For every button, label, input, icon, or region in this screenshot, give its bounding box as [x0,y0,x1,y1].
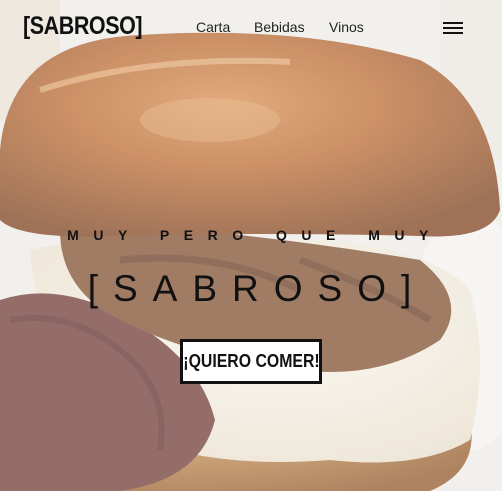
top-navigation: [SABROSO] Carta Bebidas Vinos [0,0,502,58]
quiero-comer-button[interactable]: ¡QUIERO COMER! [180,339,322,384]
nav-link-vinos[interactable]: Vinos [329,19,364,35]
hero-overlay [0,0,502,491]
hamburger-menu-icon[interactable] [443,21,463,36]
quiero-comer-label: ¡QUIERO COMER! [182,351,320,371]
hamburger-line [443,32,463,34]
site-logo[interactable]: [SABROSO] [23,12,143,41]
hamburger-line [443,22,463,24]
nav-link-bebidas[interactable]: Bebidas [254,19,305,35]
nav-link-carta[interactable]: Carta [196,19,230,35]
hero-brand-title: [SABROSO] [87,268,427,309]
hero-tagline: MUY PERO QUE MUY [67,227,443,243]
hero-section [0,0,502,491]
hamburger-line [443,27,463,29]
